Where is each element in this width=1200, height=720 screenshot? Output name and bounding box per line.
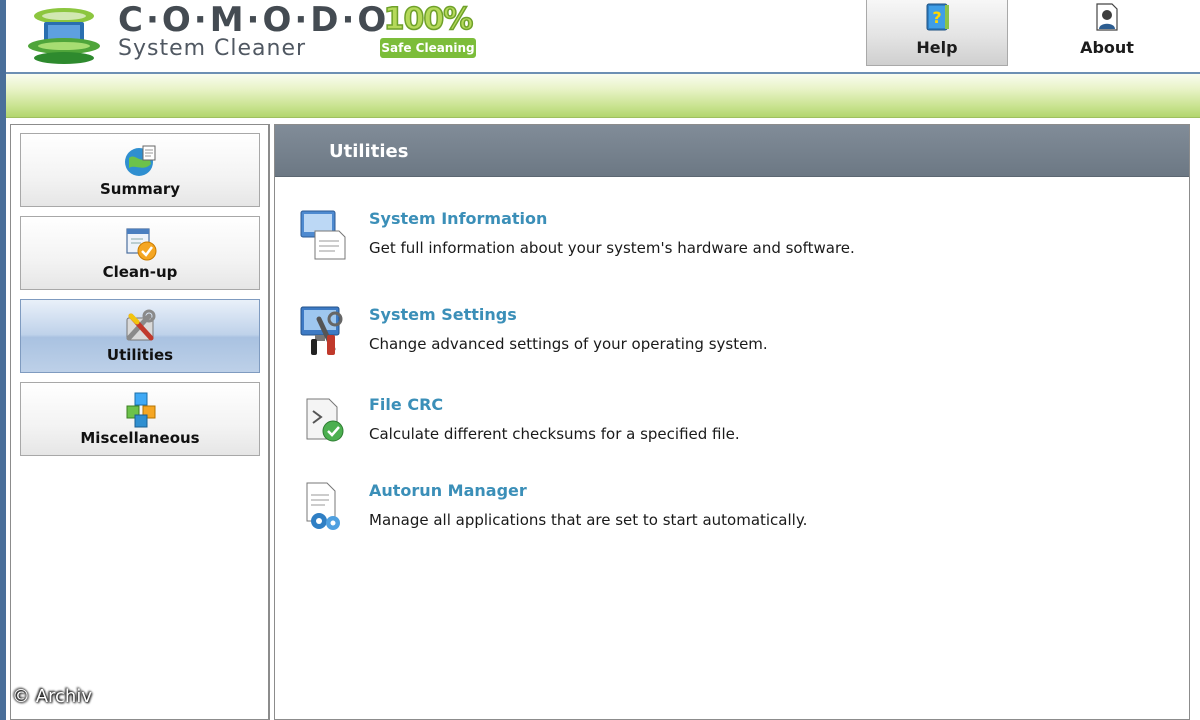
page-title: Utilities	[329, 141, 409, 162]
system-settings-description: Change advanced settings of your operati…	[369, 335, 768, 353]
sidebar-item-label: Utilities	[106, 346, 174, 364]
comodo-logo-icon	[24, 2, 114, 66]
file-crc-link[interactable]: File CRC	[369, 395, 443, 414]
about-person-icon	[1093, 2, 1121, 32]
safe-cleaning-badge: 100% Safe Cleaning	[378, 1, 478, 58]
utility-system-settings: System Settings Change advanced settings…	[299, 305, 1159, 365]
main-panel: Utilities System Information Get full in…	[274, 124, 1190, 720]
about-label: About	[1080, 38, 1134, 57]
file-crc-icon	[299, 395, 347, 447]
sidebar-item-summary[interactable]: Summary	[20, 133, 260, 207]
file-crc-description: Calculate different checksums for a spec…	[369, 425, 740, 443]
sidebar-item-miscellaneous[interactable]: Miscellaneous	[20, 382, 260, 456]
panel-header: Utilities	[275, 125, 1189, 177]
system-settings-icon	[299, 305, 347, 357]
green-status-bar	[6, 74, 1200, 118]
product-name: System Cleaner	[118, 36, 307, 61]
sidebar-item-cleanup[interactable]: Clean-up	[20, 216, 260, 290]
cleanup-check-icon	[121, 225, 161, 263]
badge-percent: 100%	[383, 1, 474, 38]
badge-label: Safe Cleaning	[380, 38, 476, 58]
app-header: C·O·M·O·D·O System Cleaner 100% Safe Cle…	[0, 0, 1200, 74]
sidebar-item-label: Summary	[99, 180, 181, 198]
autorun-manager-icon	[299, 481, 347, 533]
system-information-link[interactable]: System Information	[369, 209, 547, 228]
brand-name: C·O·M·O·D·O	[118, 0, 390, 40]
autorun-manager-link[interactable]: Autorun Manager	[369, 481, 527, 500]
autorun-manager-description: Manage all applications that are set to …	[369, 511, 808, 529]
utility-system-information: System Information Get full information …	[299, 209, 1159, 269]
summary-globe-icon	[121, 142, 161, 180]
utilities-tools-icon	[121, 308, 161, 346]
svg-text:?: ?	[932, 8, 941, 27]
sidebar-item-label: Miscellaneous	[80, 429, 200, 447]
help-button[interactable]: ? Help	[866, 0, 1008, 66]
help-book-icon: ?	[924, 2, 952, 32]
sidebar-item-utilities[interactable]: Utilities	[20, 299, 260, 373]
system-information-icon	[299, 209, 347, 261]
about-button[interactable]: About	[1036, 0, 1178, 66]
window-frame-left	[0, 74, 6, 720]
system-information-description: Get full information about your system's…	[369, 239, 855, 257]
utility-file-crc: File CRC Calculate different checksums f…	[299, 395, 1159, 455]
miscellaneous-cubes-icon	[121, 391, 161, 429]
help-label: Help	[916, 38, 958, 57]
copyright-watermark: © Archiv	[12, 686, 92, 707]
sidebar-item-label: Clean-up	[102, 263, 178, 281]
system-settings-link[interactable]: System Settings	[369, 305, 517, 324]
utility-autorun-manager: Autorun Manager Manage all applications …	[299, 481, 1159, 541]
sidebar: Summary Clean-up Utilities Miscellaneous	[10, 124, 270, 720]
